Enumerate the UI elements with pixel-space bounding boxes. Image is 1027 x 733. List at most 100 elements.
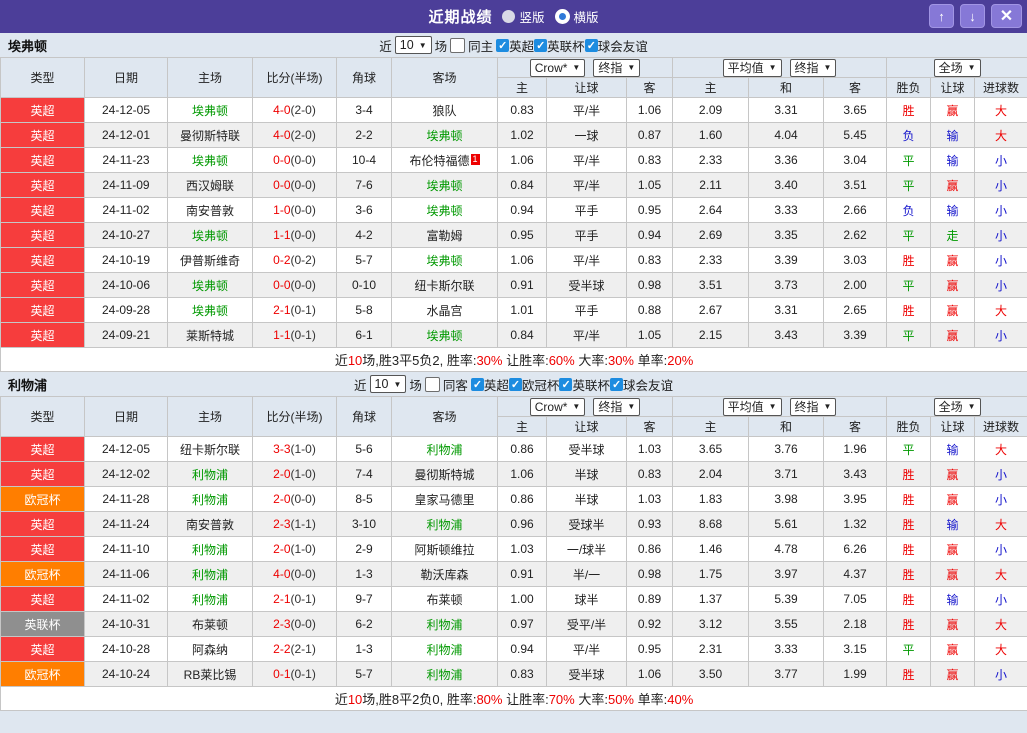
move-up-button[interactable]: ↑ [929,4,954,28]
euro-draw-odds: 3.40 [748,172,825,198]
home-team-cell[interactable]: 埃弗顿 [167,97,253,123]
league-filter-checkbox[interactable] [470,377,484,391]
close-button[interactable]: ✕ [991,4,1022,28]
bookmaker-select[interactable]: Crow* ▼ [529,58,586,77]
home-team-cell[interactable]: 南安普敦 [167,197,253,223]
result-goals: 大 [974,611,1027,637]
away-team-cell[interactable]: 利物浦 [391,661,498,687]
summary-text: 近10场,胜3平5负2, 胜率:30% 让胜率:60% 大率:30% 单率:20… [0,347,1027,372]
home-team-cell[interactable]: 南安普敦 [167,511,253,537]
handicap-odds-type-select[interactable]: 终指 ▼ [593,397,641,416]
away-team-cell[interactable]: 布莱顿 [391,586,498,612]
result-goals: 小 [974,586,1027,612]
table-row: 英联杯 24-10-31 布莱顿 2-3(0-0) 6-2 利物浦 0.97 受… [0,611,1027,637]
handicap-home-odds: 0.91 [497,561,547,587]
euro-away-odds: 1.99 [823,661,888,687]
home-team-cell[interactable]: 利物浦 [167,536,253,562]
away-team-cell[interactable]: 利物浦 [391,611,498,637]
fulltime-select[interactable]: 全场 ▼ [933,58,981,77]
home-team-cell[interactable]: 埃弗顿 [167,297,253,323]
away-team-cell[interactable]: 曼彻斯特城 [391,461,498,487]
result-wdl: 胜 [886,561,932,587]
league-cell: 英超 [0,322,85,348]
away-team-cell[interactable]: 埃弗顿 [391,122,498,148]
euro-odds-type-select[interactable]: 终指 ▼ [789,397,837,416]
away-team-cell[interactable]: 水晶宫 [391,297,498,323]
home-team-cell[interactable]: RB莱比锡 [167,661,253,687]
home-team-cell[interactable]: 纽卡斯尔联 [167,436,253,462]
summary-row: 近10场,胜3平5负2, 胜率:30% 让胜率:60% 大率:30% 单率:20… [0,347,1027,372]
score-cell: 1-0(0-0) [252,197,337,223]
league-filter-checkbox[interactable] [609,377,623,391]
result-goals: 大 [974,97,1027,123]
away-team-cell[interactable]: 埃弗顿 [391,172,498,198]
away-team-cell[interactable]: 皇家马德里 [391,486,498,512]
league-filter-checkbox[interactable] [559,377,573,391]
average-select[interactable]: 平均值 ▼ [722,58,782,77]
home-team-cell[interactable]: 利物浦 [167,486,253,512]
away-team-cell[interactable]: 埃弗顿 [391,247,498,273]
result-wdl: 胜 [886,247,932,273]
away-team-cell[interactable]: 狼队 [391,97,498,123]
halftime-score: (0-0) [290,492,316,506]
euro-draw-odds: 3.43 [748,322,825,348]
home-team-cell[interactable]: 阿森纳 [167,636,253,662]
score-cell: 4-0(2-0) [252,122,337,148]
away-team-cell[interactable]: 阿斯顿维拉 [391,536,498,562]
home-team-cell[interactable]: 埃弗顿 [167,222,253,248]
result-wdl: 负 [886,197,932,223]
euro-away-odds: 5.45 [823,122,888,148]
view-mode-radio-vertical[interactable]: 竖版 [502,7,545,26]
radio-unselected-icon[interactable] [502,10,516,23]
away-team-cell[interactable]: 利物浦 [391,636,498,662]
handicap-line: 平手 [546,222,627,248]
home-team-cell[interactable]: 布莱顿 [167,611,253,637]
handicap-away-odds: 1.03 [625,486,674,512]
away-team-cell[interactable]: 利物浦 [391,436,498,462]
euro-odds-type-select[interactable]: 终指 ▼ [789,58,837,77]
home-team-cell[interactable]: 利物浦 [167,461,253,487]
league-filter-checkbox[interactable] [508,377,522,391]
handicap-odds-type-select[interactable]: 终指 ▼ [593,58,641,77]
away-team-cell[interactable]: 利物浦 [391,511,498,537]
league-filter-checkbox[interactable] [584,38,598,52]
home-team-cell[interactable]: 埃弗顿 [167,147,253,173]
euro-away-odds: 2.62 [823,222,888,248]
home-team-cell[interactable]: 曼彻斯特联 [167,122,253,148]
view-mode-radio-horizontal[interactable]: 横版 [554,7,599,26]
radio-selected-icon[interactable] [554,9,570,24]
home-team-cell[interactable]: 伊普斯维奇 [167,247,253,273]
handicap-away-odds: 0.95 [625,636,674,662]
away-team-cell[interactable]: 埃弗顿 [391,197,498,223]
view-mode-horizontal-label: 横版 [573,11,599,25]
same-venue-checkbox[interactable] [450,37,466,53]
league-cell: 英超 [0,461,85,487]
home-team-cell[interactable]: 利物浦 [167,586,253,612]
fulltime-select[interactable]: 全场 ▼ [933,397,981,416]
away-team-cell[interactable]: 埃弗顿 [391,322,498,348]
summary-segment: 场,胜8平2负0, 胜率: [362,692,477,707]
league-filter-checkbox[interactable] [496,38,510,52]
home-team-cell[interactable]: 西汉姆联 [167,172,253,198]
table-row: 英超 24-09-28 埃弗顿 2-1(0-1) 5-8 水晶宫 1.01 平手… [0,297,1027,323]
euro-home-odds: 2.67 [672,297,750,323]
home-team-cell[interactable]: 利物浦 [167,561,253,587]
result-handicap: 输 [930,436,976,462]
recent-count-select[interactable]: 10 ▼ [369,375,407,393]
result-wdl: 胜 [886,97,932,123]
away-team-cell[interactable]: 纽卡斯尔联 [391,272,498,298]
home-team-cell[interactable]: 埃弗顿 [167,272,253,298]
bookmaker-select[interactable]: Crow* ▼ [529,397,586,416]
average-select[interactable]: 平均值 ▼ [722,397,782,416]
away-team-cell[interactable]: 勒沃库森 [391,561,498,587]
euro-draw-odds: 5.61 [748,511,825,537]
away-team-name: 勒沃库森 [420,567,469,582]
league-filter-checkbox[interactable] [534,38,548,52]
recent-count-select[interactable]: 10 ▼ [394,36,432,54]
result-goals: 小 [974,661,1027,687]
away-team-cell[interactable]: 富勒姆 [391,222,498,248]
home-team-cell[interactable]: 莱斯特城 [167,322,253,348]
move-down-button[interactable]: ↓ [960,4,985,28]
same-venue-checkbox[interactable] [424,376,440,392]
away-team-cell[interactable]: 布伦特福德 1 [391,147,498,173]
